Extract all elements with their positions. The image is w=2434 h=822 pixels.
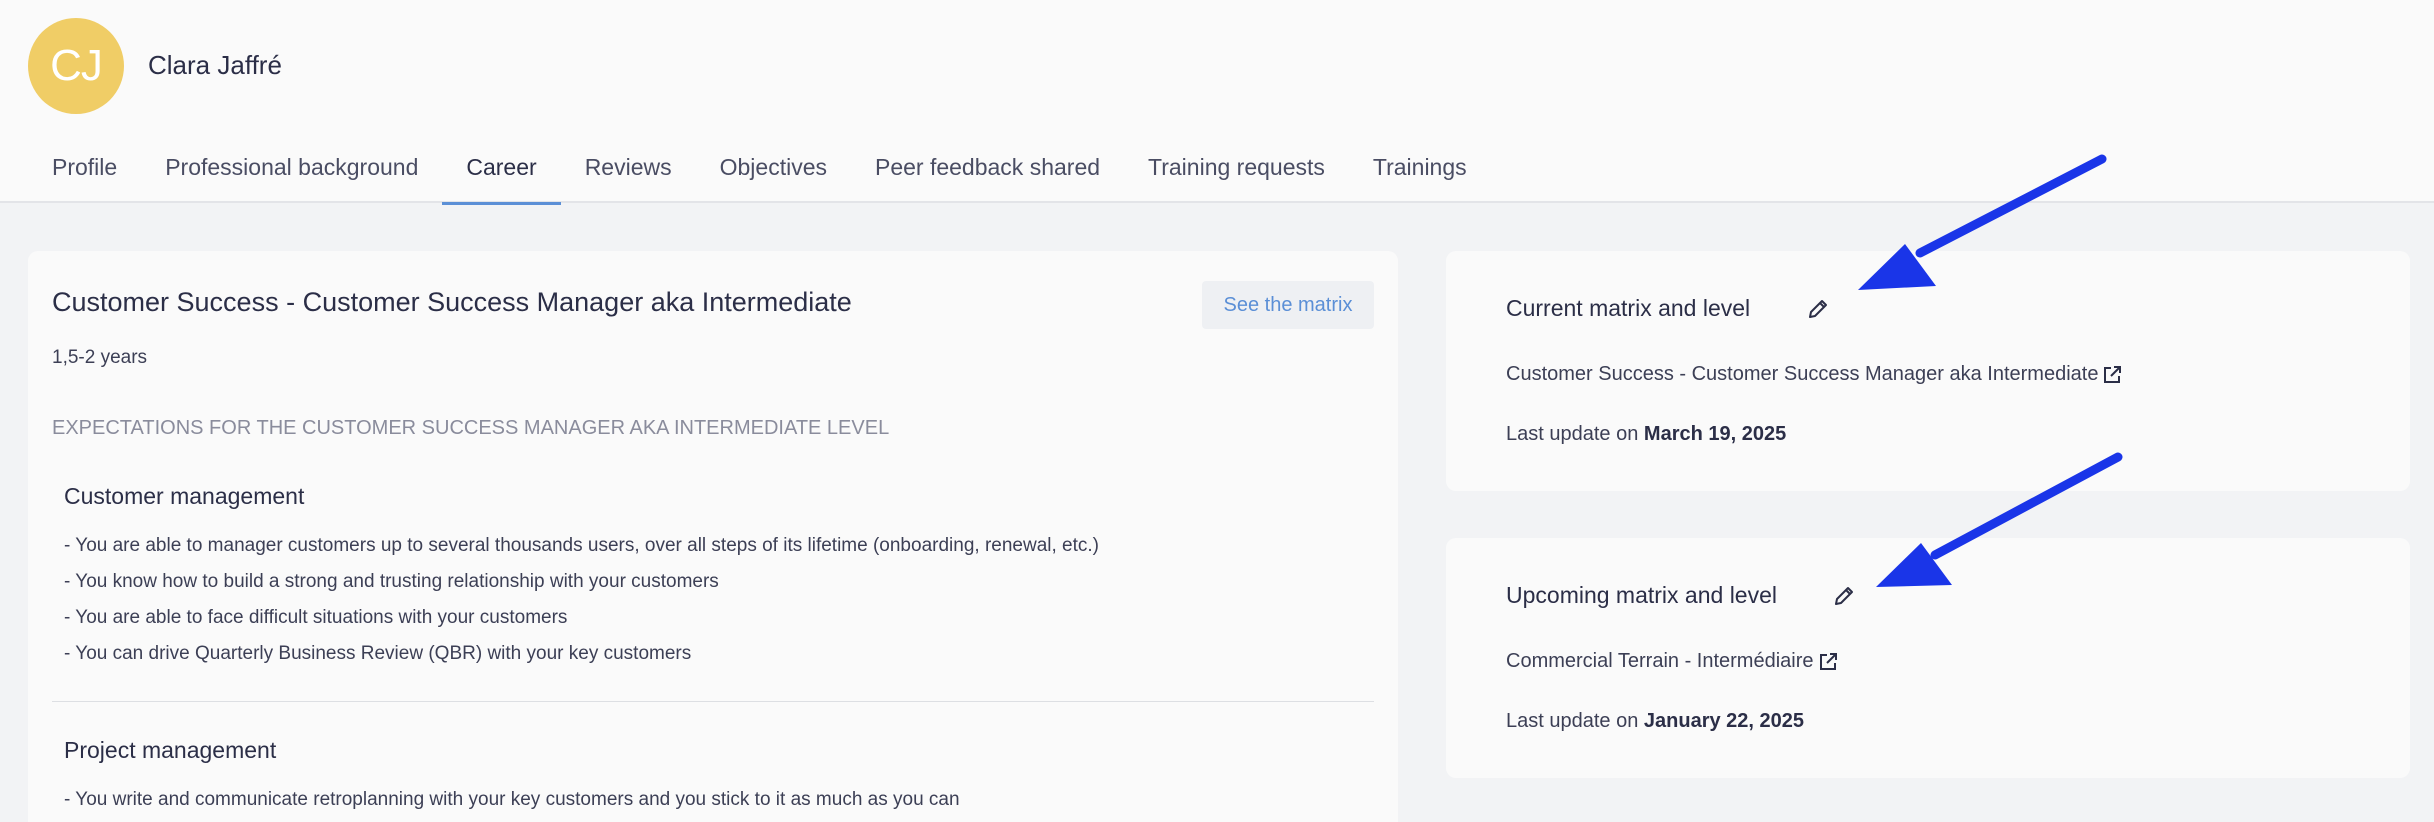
tab-bar: Profile Professional background Career R… [28,148,1491,205]
expectation-section: Customer management - You are able to ma… [64,483,1374,672]
upcoming-matrix-card: Upcoming matrix and level Commercial Ter… [1446,538,2410,778]
current-matrix-title: Current matrix and level [1506,295,1751,321]
upcoming-matrix-value[interactable]: Commercial Terrain - Intermédiaire [1506,650,1838,673]
tab-objectives[interactable]: Objectives [696,148,851,203]
career-level-card: Customer Success - Customer Success Mana… [28,251,1398,822]
upcoming-matrix-link[interactable]: Commercial Terrain - Intermédiaire [1506,650,1814,673]
tab-peer-feedback-shared[interactable]: Peer feedback shared [851,148,1124,203]
upcoming-last-update: Last update on January 22, 2025 [1506,710,1804,733]
tab-reviews[interactable]: Reviews [561,148,696,203]
expectation-item: - You are able to manager customers up t… [64,535,1099,556]
upcoming-matrix-title: Upcoming matrix and level [1506,582,1778,608]
update-date: March 19, 2025 [1643,423,1787,445]
expectation-item: - You are able to face difficult situati… [64,607,568,628]
current-matrix-link[interactable]: Customer Success - Customer Success Mana… [1506,363,2098,386]
see-the-matrix-button[interactable]: See the matrix [1202,281,1374,329]
current-matrix-card: Current matrix and level Customer Succes… [1446,251,2410,491]
user-name: Clara Jaffré [148,50,282,80]
tab-professional-background[interactable]: Professional background [141,148,442,203]
expectation-item: - You write and communicate retroplannin… [64,789,960,810]
update-prefix: Last update on [1506,423,1639,445]
avatar: CJ [28,18,124,114]
section-title: Project management [64,737,277,763]
expectations-heading: EXPECTATIONS FOR THE CUSTOMER SUCCESS MA… [52,417,890,439]
tab-profile[interactable]: Profile [28,148,141,203]
avatar-initials: CJ [50,41,103,90]
external-link-icon[interactable] [1818,652,1838,672]
tab-training-requests[interactable]: Training requests [1124,148,1349,203]
current-matrix-value[interactable]: Customer Success - Customer Success Mana… [1506,363,2122,386]
current-last-update: Last update on March 19, 2025 [1506,423,1786,446]
profile-header: CJ Clara Jaffré Profile Professional bac… [0,0,2434,205]
external-link-icon[interactable] [2102,365,2122,385]
section-title: Customer management [64,483,305,509]
update-prefix: Last update on [1506,710,1639,732]
pencil-icon[interactable] [1832,584,1856,608]
expectation-item: - You know how to build a strong and tru… [64,571,719,592]
section-divider [52,701,1374,702]
level-duration: 1,5-2 years [52,347,148,368]
tab-career[interactable]: Career [442,148,562,205]
pencil-icon[interactable] [1806,297,1830,321]
job-level-title: Customer Success - Customer Success Mana… [52,287,852,317]
expectation-item: - You can drive Quarterly Business Revie… [64,643,692,664]
update-date: January 22, 2025 [1643,710,1805,732]
expectation-section: Project management - You write and commu… [64,737,1374,818]
tab-trainings[interactable]: Trainings [1349,148,1491,203]
